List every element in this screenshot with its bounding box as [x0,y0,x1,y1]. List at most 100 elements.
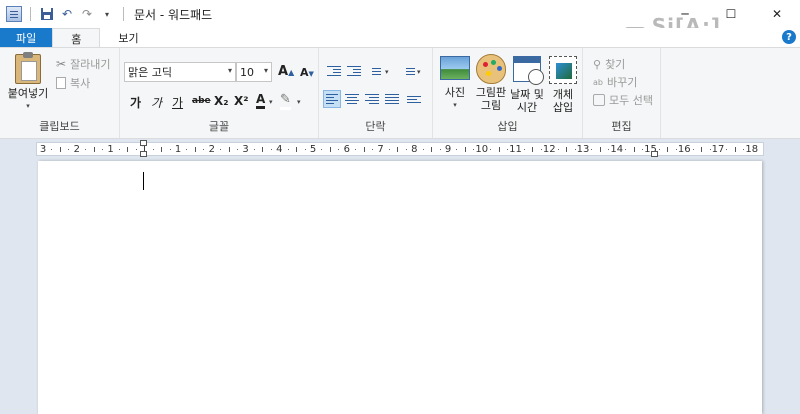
find-label: 찾기 [605,58,626,71]
chevron-down-icon: ▾ [26,102,30,110]
increase-indent-button[interactable] [345,62,363,80]
ruler-dot [118,149,120,150]
ruler-dot [507,149,509,150]
ruler-dot [591,149,593,150]
ruler-dot [726,149,728,150]
ruler-dot [557,149,559,150]
ruler-number: 1 [107,144,114,155]
group-insert: 사진 ▾ 그림판 그림 날짜 및 시간 개체 삽입 삽입 [433,48,583,138]
chevron-down-icon[interactable]: ▾ [417,68,421,76]
ruler-dot [456,149,458,150]
ruler-tick [194,147,196,152]
ruler-dot [658,149,660,150]
font-family-value: 맑은 고딕 [128,66,172,79]
cut-label: 잘라내기 [70,58,111,71]
group-label-paragraph: 단락 [365,120,386,133]
separator [30,7,31,21]
cut-button[interactable]: ✂ 잘라내기 [56,56,111,72]
tab-home[interactable]: 홈 [52,28,101,48]
copy-button[interactable]: 복사 [56,75,90,91]
first-line-indent-marker[interactable] [140,140,147,146]
justify-button[interactable] [383,90,401,108]
font-size-select[interactable]: 10 ▾ [236,62,272,82]
subscript-button[interactable]: X₂ [214,94,229,108]
chevron-down-icon: ▾ [453,101,457,109]
select-all-button[interactable]: 모두 선택 [593,92,653,108]
scissors-icon: ✂ [56,57,67,71]
grow-font-button[interactable]: A▲ [278,64,294,79]
chevron-down-icon[interactable]: ▾ [297,98,301,106]
shrink-font-button[interactable]: A▼ [300,66,314,79]
help-button[interactable]: ? [782,30,796,44]
ruler-dot [490,149,492,150]
highlight-icon[interactable]: ✎ [280,92,291,110]
chevron-down-icon[interactable]: ▾ [269,98,273,106]
ruler-dot [523,149,525,150]
customize-toolbar-icon[interactable]: ▾ [99,6,115,22]
tab-file[interactable]: 파일 [0,28,53,48]
replace-button[interactable]: ab 바꾸기 [593,74,637,90]
right-indent-marker[interactable] [651,151,658,157]
text-color-button[interactable]: A [256,92,266,109]
redo-icon[interactable]: ↷ [79,6,95,22]
ruler-tick [363,147,365,152]
ruler-dot [287,149,289,150]
insert-picture-button[interactable]: 사진 ▾ [439,56,471,112]
bold-button[interactable]: 가 [130,94,141,111]
replace-label: 바꾸기 [606,76,638,89]
paint-drawing-button[interactable]: 그림판 그림 [473,54,509,112]
group-label-font: 글꼴 [208,120,230,133]
undo-icon[interactable]: ↶ [59,6,75,22]
underline-button[interactable]: 가 [172,94,183,111]
ruler-dot [152,149,154,150]
ruler-number: 6 [343,144,350,155]
chevron-down-icon[interactable]: ▾ [385,68,389,76]
paste-label: 붙여넣기 [7,87,49,100]
ruler-tick [228,147,230,152]
align-left-button[interactable] [323,90,341,108]
ruler-tick [599,147,601,152]
ruler-dot [169,149,171,150]
copy-icon [56,77,66,89]
align-center-button[interactable] [343,90,361,108]
paste-button[interactable]: 붙여넣기 ▾ [6,52,50,113]
ruler-tick [59,147,61,152]
save-icon[interactable] [39,6,55,22]
find-button[interactable]: ⚲ 찾기 [593,56,625,72]
ruler-tick [397,147,399,152]
ruler-dot [692,149,694,150]
strikethrough-button[interactable]: abe [192,96,211,106]
ruler-number: 7 [377,144,384,155]
ruler-dot [625,149,627,150]
datetime-label-1: 날짜 및 [510,88,544,101]
ruler-number: 4 [276,144,283,155]
document-page[interactable] [38,161,762,414]
italic-button[interactable]: 가 [151,94,162,111]
ruler-dot [675,149,677,150]
ruler-dot [68,149,70,150]
bullets-button[interactable] [365,62,383,80]
ruler-number: 14 [610,144,624,155]
wordpad-app-icon[interactable] [6,6,22,22]
decrease-indent-button[interactable] [325,62,343,80]
separator [123,7,124,21]
ruler-number: 12 [542,144,556,155]
date-time-button[interactable]: 날짜 및 시간 [509,56,545,114]
superscript-button[interactable]: X² [234,94,249,108]
font-family-select[interactable]: 맑은 고딕 ▾ [124,62,236,82]
insert-object-button[interactable]: 개체 삽입 [546,56,580,114]
window-title: 문서 - 워드패드 [134,7,213,22]
left-indent-marker[interactable] [140,151,147,157]
ruler-tick [701,147,703,152]
paragraph-settings-button[interactable] [405,90,423,108]
chevron-down-icon: ▾ [227,66,232,75]
ruler-dot [355,149,357,150]
ruler-dot [422,149,424,150]
align-right-button[interactable] [363,90,381,108]
tab-view[interactable]: 보기 [100,28,156,48]
text-cursor [143,172,144,190]
ruler-dot [540,149,542,150]
ruler-dot [321,149,323,150]
ruler-number: 16 [677,144,691,155]
line-spacing-button[interactable] [399,62,417,80]
